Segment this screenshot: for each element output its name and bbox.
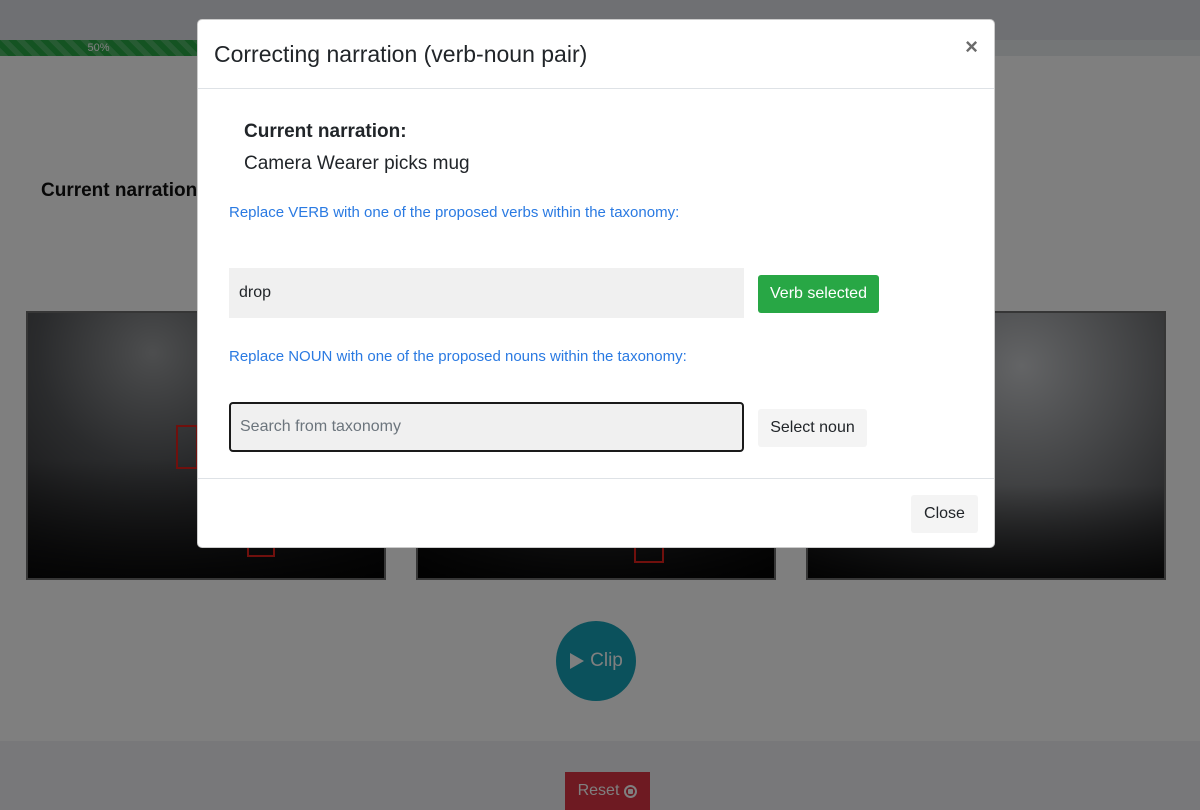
modal-title: Correcting narration (verb-noun pair) bbox=[214, 41, 588, 67]
modal-header: Correcting narration (verb-noun pair) × bbox=[198, 20, 994, 89]
current-narration-label: Current narration: bbox=[244, 121, 407, 142]
modal-footer: Close bbox=[198, 478, 994, 549]
verb-field[interactable]: drop bbox=[229, 268, 744, 318]
verb-value: drop bbox=[239, 284, 272, 301]
close-button[interactable]: Close bbox=[911, 495, 978, 533]
verb-hint: Replace VERB with one of the proposed ve… bbox=[229, 204, 680, 221]
noun-search-input[interactable] bbox=[229, 402, 744, 452]
correct-narration-modal: Correcting narration (verb-noun pair) × … bbox=[197, 19, 995, 548]
verb-selected-button[interactable]: Verb selected bbox=[758, 275, 879, 313]
select-noun-button[interactable]: Select noun bbox=[758, 409, 867, 447]
current-narration-text: Camera Wearer picks mug bbox=[244, 153, 470, 174]
close-icon[interactable]: × bbox=[965, 36, 978, 58]
noun-hint: Replace NOUN with one of the proposed no… bbox=[229, 348, 687, 365]
